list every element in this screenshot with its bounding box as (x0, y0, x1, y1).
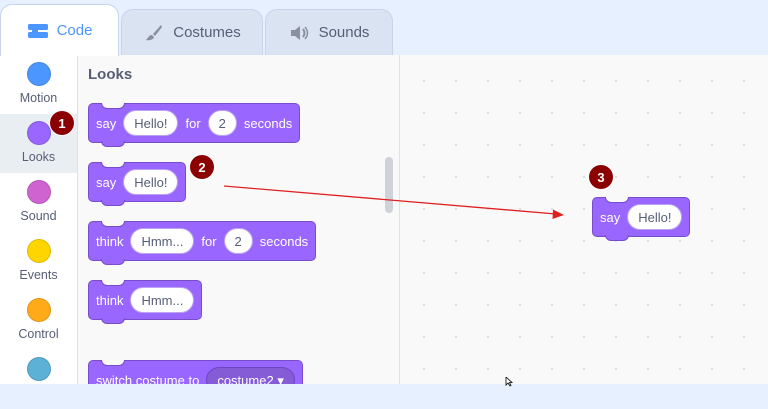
message-input[interactable]: Hello! (627, 204, 683, 230)
block-text: say (600, 209, 621, 225)
dropped-say-block[interactable]: say Hello! (592, 197, 691, 241)
block-text: seconds (259, 233, 309, 249)
costume-dropdown[interactable]: costume2 ▾ (206, 367, 295, 384)
think-for-secs-block[interactable]: think Hmm... for 2 seconds (88, 221, 317, 265)
mouse-cursor-icon (505, 377, 514, 387)
seconds-input[interactable]: 2 (223, 228, 253, 254)
category-motion[interactable]: Motion (0, 55, 77, 114)
category-label: Motion (19, 91, 58, 105)
editor-tabs: Code Costumes Sounds (0, 0, 768, 56)
tab-code[interactable]: Code (0, 4, 119, 56)
looks-color-dot (26, 121, 51, 145)
palette-heading: Looks (88, 66, 133, 83)
message-input[interactable]: Hello! (123, 110, 179, 136)
block-text: think (96, 292, 124, 308)
sensing-color-dot (26, 357, 51, 381)
block-text: think (96, 233, 124, 249)
tab-sounds[interactable]: Sounds (265, 9, 393, 55)
step-badge-3: 3 (589, 165, 613, 189)
block-text: switch costume to (96, 372, 200, 385)
message-input[interactable]: Hmm... (130, 228, 195, 254)
palette-scrollbar[interactable] (385, 157, 393, 213)
speaker-icon (289, 24, 311, 42)
seconds-input[interactable]: 2 (207, 110, 237, 136)
tab-code-label: Code (56, 22, 93, 39)
block-text: say (96, 174, 117, 190)
block-palette: Looks say Hello! for 2 seconds say Hello… (78, 55, 400, 384)
message-input[interactable]: Hello! (123, 169, 179, 195)
say-for-secs-block[interactable]: say Hello! for 2 seconds (88, 103, 301, 147)
motion-color-dot (26, 62, 51, 86)
block-text: for (201, 233, 217, 249)
block-text: seconds (243, 115, 293, 131)
think-block[interactable]: think Hmm... (88, 280, 203, 324)
switch-costume-block[interactable]: switch costume to costume2 ▾ (88, 360, 303, 384)
sound-color-dot (26, 180, 51, 204)
code-icon (27, 22, 49, 40)
category-control[interactable]: Control (0, 291, 77, 350)
script-area[interactable]: say Hello! (400, 55, 768, 384)
category-label: Control (18, 327, 59, 341)
costume-dropdown-value: costume2 (217, 373, 274, 384)
tab-costumes-label: Costumes (173, 24, 241, 41)
control-color-dot (26, 298, 51, 322)
message-input[interactable]: Hmm... (130, 287, 195, 313)
step-badge-2: 2 (190, 155, 214, 179)
events-color-dot (26, 239, 51, 263)
category-label: Looks (21, 150, 56, 164)
category-sound[interactable]: Sound (0, 173, 77, 232)
block-text: for (185, 115, 201, 131)
category-label: Sound (20, 209, 57, 223)
category-label: Events (19, 268, 58, 282)
dropdown-arrow-icon: ▾ (277, 373, 284, 384)
step-badge-1: 1 (50, 111, 74, 135)
tab-costumes[interactable]: Costumes (121, 9, 263, 55)
block-text: say (96, 115, 117, 131)
category-menu: Motion Looks Sound Events Control (0, 55, 78, 384)
category-sensing[interactable] (0, 350, 77, 409)
brush-icon (143, 24, 165, 42)
tab-sounds-label: Sounds (318, 24, 370, 41)
category-events[interactable]: Events (0, 232, 77, 291)
say-block[interactable]: say Hello! (88, 162, 187, 206)
